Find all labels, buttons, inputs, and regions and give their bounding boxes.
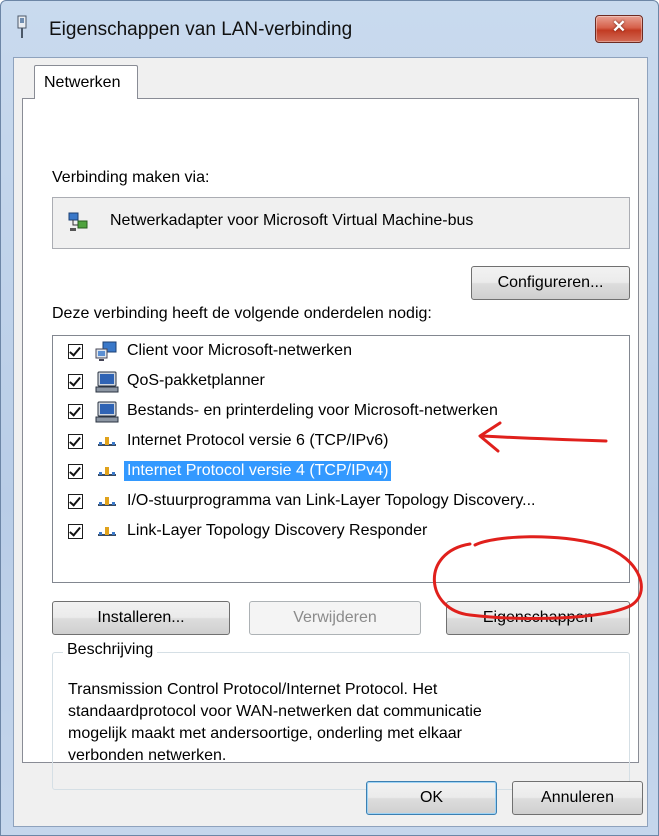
connect-via-label: Verbinding maken via: <box>52 169 210 186</box>
list-item[interactable]: I/O-stuurprogramma van Link-Layer Topolo… <box>53 488 629 518</box>
description-line: verbonden netwerken. <box>68 747 227 764</box>
item-label: Bestands- en printerdeling voor Microsof… <box>127 402 498 419</box>
item-label: Link-Layer Topology Discovery Responder <box>127 522 428 539</box>
configure-button[interactable]: Configureren... <box>471 266 630 300</box>
protocol-icon <box>98 497 116 506</box>
checkbox[interactable] <box>68 524 83 539</box>
description-line: standaardprotocol voor WAN-netwerken dat… <box>68 703 482 720</box>
tab-netwerken[interactable]: Netwerken <box>34 65 138 99</box>
protocol-icon <box>98 467 116 476</box>
checkbox[interactable] <box>68 434 83 449</box>
description-line: Transmission Control Protocol/Internet P… <box>68 681 438 698</box>
item-label: Internet Protocol versie 4 (TCP/IPv4) <box>124 461 392 481</box>
tab-page: Verbinding maken via: Netwerkadapter voo… <box>22 98 639 790</box>
list-item[interactable]: QoS-pakketplanner <box>53 368 629 398</box>
computer-service-icon <box>95 371 119 393</box>
checkbox[interactable] <box>68 404 83 419</box>
item-label: Client voor Microsoft-netwerken <box>127 342 352 359</box>
list-item[interactable]: Internet Protocol versie 6 (TCP/IPv6) <box>53 428 629 458</box>
tab-label: Netwerken <box>44 74 121 91</box>
protocol-icon <box>98 527 116 536</box>
list-item[interactable]: Client voor Microsoft-netwerken <box>53 338 629 368</box>
checkbox[interactable] <box>68 494 83 509</box>
description-legend: Beschrijving <box>63 641 158 659</box>
description-line: mogelijk maakt met andersoortige, onderl… <box>68 725 462 742</box>
checkbox[interactable] <box>68 344 83 359</box>
list-item[interactable]: Link-Layer Topology Discovery Responder <box>53 518 629 548</box>
list-item[interactable]: Bestands- en printerdeling voor Microsof… <box>53 398 629 428</box>
ok-button[interactable]: OK <box>366 781 497 815</box>
adapter-name: Netwerkadapter voor Microsoft Virtual Ma… <box>110 212 474 229</box>
client-network-icon <box>95 341 117 361</box>
components-list[interactable]: Client voor Microsoft-netwerken QoS-pakk… <box>52 335 630 583</box>
dialog-client-area: Netwerken Verbinding maken via: Netwerka… <box>13 57 648 827</box>
cancel-button[interactable]: Annuleren <box>512 781 643 815</box>
protocol-icon <box>98 437 116 446</box>
checkbox[interactable] <box>68 464 83 479</box>
components-label: Deze verbinding heeft de volgende onderd… <box>52 305 432 322</box>
computer-service-icon <box>95 401 119 423</box>
properties-button[interactable]: Eigenschappen <box>446 601 630 635</box>
close-icon: ✕ <box>611 17 627 36</box>
dialog-window: Eigenschappen van LAN-verbinding ✕ Netwe… <box>0 0 659 836</box>
item-label: Internet Protocol versie 6 (TCP/IPv6) <box>127 432 389 449</box>
install-button[interactable]: Installeren... <box>52 601 230 635</box>
checkbox[interactable] <box>68 374 83 389</box>
title-bar[interactable]: Eigenschappen van LAN-verbinding ✕ <box>1 1 658 57</box>
network-adapter-icon <box>68 212 88 231</box>
list-item-selected[interactable]: Internet Protocol versie 4 (TCP/IPv4) <box>53 458 629 488</box>
item-label: QoS-pakketplanner <box>127 372 265 389</box>
item-label: I/O-stuurprogramma van Link-Layer Topolo… <box>127 492 536 509</box>
network-connection-icon <box>17 15 27 38</box>
adapter-field: Netwerkadapter voor Microsoft Virtual Ma… <box>52 197 630 249</box>
close-button[interactable]: ✕ <box>595 15 643 43</box>
description-text: Transmission Control Protocol/Internet P… <box>68 679 628 767</box>
remove-button[interactable]: Verwijderen <box>249 601 421 635</box>
window-title: Eigenschappen van LAN-verbinding <box>49 19 353 40</box>
